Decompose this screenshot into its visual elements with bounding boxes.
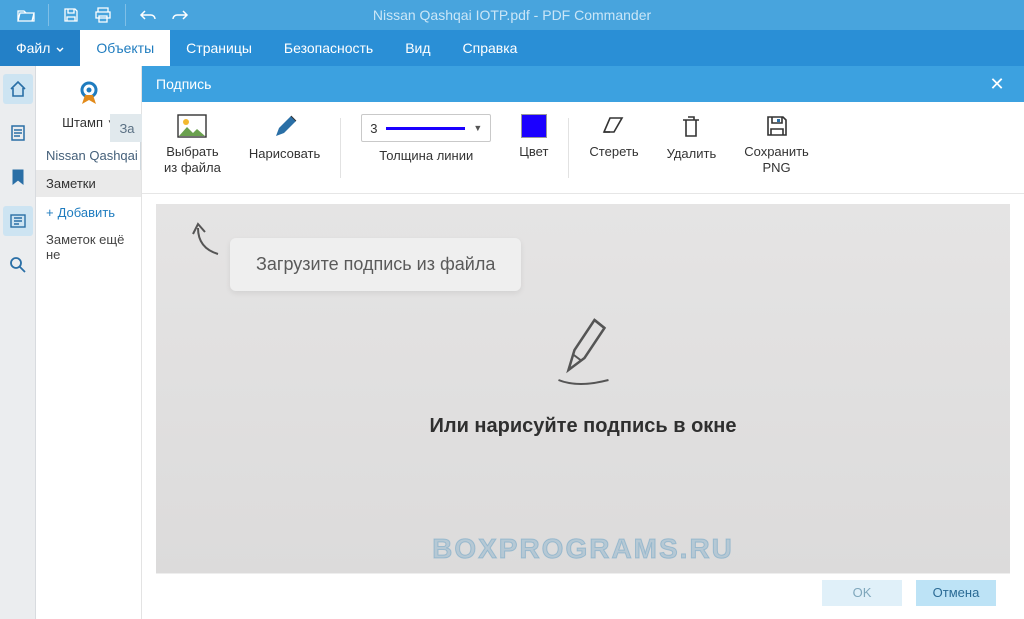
menu-view[interactable]: Вид (389, 30, 446, 66)
color-label: Цвет (519, 144, 548, 160)
choose-from-file-label: Выбрать из файла (164, 144, 221, 175)
save-icon[interactable] (55, 1, 87, 29)
menu-pages[interactable]: Страницы (170, 30, 268, 66)
thickness-label: Толщина линии (379, 148, 473, 164)
rail-home-icon[interactable] (3, 74, 33, 104)
cancel-button[interactable]: Отмена (916, 580, 996, 606)
chevron-down-icon: ▼ (473, 123, 482, 133)
left-rail (0, 66, 36, 619)
tab-document[interactable]: Nissan Qashqai I (36, 140, 141, 170)
watermark: BOXPROGRAMS.RU (432, 533, 734, 565)
plus-icon: + (46, 205, 54, 220)
erase-label: Стереть (589, 144, 638, 160)
rail-notes-icon[interactable] (3, 206, 33, 236)
draw-label: Нарисовать (249, 146, 320, 162)
undo-icon[interactable] (132, 1, 164, 29)
signature-toolbar: Выбрать из файла Нарисовать 3 ▼ Толщина … (142, 102, 1024, 194)
print-icon[interactable] (87, 1, 119, 29)
tab-fragment[interactable]: За (110, 114, 144, 142)
stamp-icon (74, 80, 104, 111)
open-file-icon[interactable] (10, 1, 42, 29)
menu-security[interactable]: Безопасность (268, 30, 389, 66)
stamp-label: Штамп (62, 115, 103, 130)
notes-empty-text: Заметок ещё не (36, 228, 141, 266)
color-swatch (521, 114, 547, 138)
draw-hint: Или нарисуйте подпись в окне (429, 310, 736, 438)
dialog-titlebar: Подпись ✕ (142, 66, 1024, 102)
redo-icon[interactable] (164, 1, 196, 29)
pen-icon (538, 310, 628, 390)
rail-bookmark-icon[interactable] (3, 162, 33, 192)
chevron-down-icon (56, 40, 64, 56)
menu-objects[interactable]: Объекты (80, 30, 170, 66)
rail-page-icon[interactable] (3, 118, 33, 148)
ok-button[interactable]: OK (822, 580, 902, 606)
window-title: Nissan Qashqai IOTP.pdf - PDF Commander (373, 7, 651, 23)
line-thickness-control[interactable]: 3 ▼ Толщина линии (347, 114, 505, 164)
delete-button[interactable]: Удалить (653, 114, 731, 162)
erase-button[interactable]: Стереть (575, 114, 652, 160)
titlebar: Nissan Qashqai IOTP.pdf - PDF Commander (0, 0, 1024, 30)
thickness-preview (386, 127, 466, 130)
add-note-label: Добавить (58, 205, 115, 220)
objects-panel: Штамп ▼ Nissan Qashqai I Заметки + Добав… (36, 66, 142, 619)
save-png-label: Сохранить PNG (744, 144, 809, 175)
signature-dialog: Подпись ✕ Выбрать из файла Нарисовать 3 … (142, 66, 1024, 619)
thickness-value: 3 (370, 121, 377, 136)
choose-from-file-button[interactable]: Выбрать из файла (150, 114, 235, 175)
save-png-button[interactable]: Сохранить PNG (730, 114, 823, 175)
add-note-button[interactable]: + Добавить (36, 197, 141, 228)
delete-label: Удалить (667, 146, 717, 162)
rail-search-icon[interactable] (3, 250, 33, 280)
menu-file-label: Файл (16, 40, 50, 56)
close-icon[interactable]: ✕ (984, 71, 1010, 97)
menu-help[interactable]: Справка (447, 30, 534, 66)
signature-canvas[interactable]: Загрузите подпись из файла Или нарисуйте… (156, 204, 1010, 573)
stamp-button[interactable]: Штамп ▼ (62, 115, 115, 130)
draw-button[interactable]: Нарисовать (235, 114, 334, 162)
menubar: Файл Объекты Страницы Безопасность Вид С… (0, 30, 1024, 66)
draw-hint-text: Или нарисуйте подпись в окне (429, 415, 736, 438)
color-picker-button[interactable]: Цвет (505, 114, 562, 160)
menu-file[interactable]: Файл (0, 30, 80, 66)
notes-header: Заметки (36, 170, 141, 197)
hint-arrow-icon (188, 218, 228, 258)
load-from-file-hint: Загрузите подпись из файла (230, 238, 521, 291)
dialog-title: Подпись (156, 76, 211, 92)
